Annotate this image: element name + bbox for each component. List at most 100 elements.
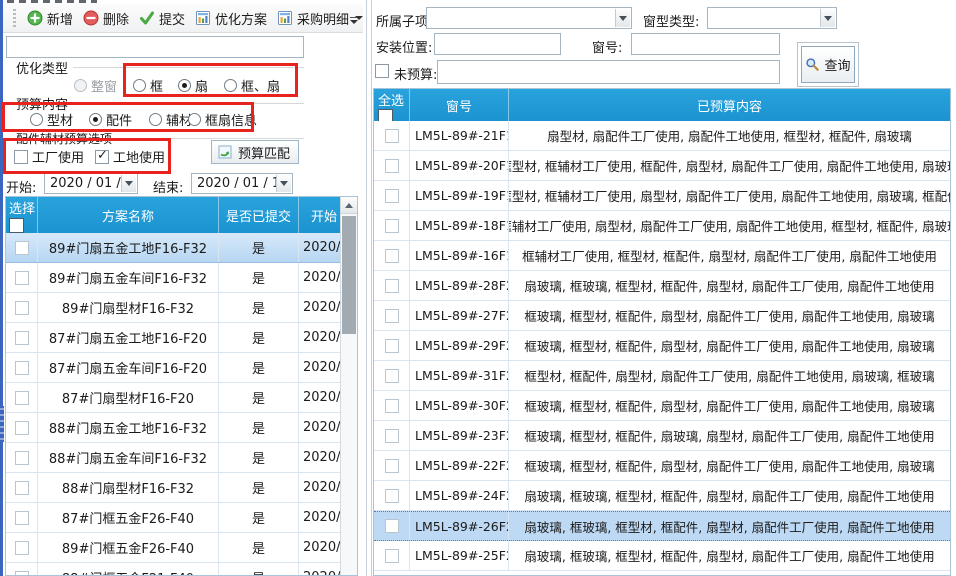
table-row[interactable]: 88#门扇五金车间F16-F32 是 2020/0 [6,443,342,473]
row-checkbox[interactable] [385,219,399,233]
end-date-picker[interactable]: 2020 / 01 / 13 [191,173,293,194]
table-row[interactable]: LM5L-89#-21F19 扇型材, 扇配件工厂使用, 扇配件工地使用, 框型… [374,121,950,151]
plan-search-input[interactable] [6,36,304,58]
table-row[interactable]: 87#门扇五金工地F16-F20 是 2020/0 [6,323,342,353]
table-row[interactable]: 89#门扇五金车间F16-F32 是 2020/0 [6,263,342,293]
table-row[interactable]: 87#门扇型材F16-F20 是 2020/0 [6,383,342,413]
start-date-picker[interactable]: 2020 / 01 / 1 [44,173,138,194]
row-checkbox[interactable] [385,399,399,413]
row-checkbox[interactable] [15,331,29,345]
radio-frame-sash[interactable]: 框、扇 [224,76,280,95]
table-row[interactable]: 88#门扇型材F16-F32 是 2020/0 [6,473,342,503]
table-row[interactable]: 89#门框五金F26-F40 是 2020/0 [6,533,342,563]
radio-frame-sash-info[interactable]: 框扇信息 [188,110,257,129]
submit-button[interactable]: 提交 [139,9,185,28]
radio-fittings[interactable]: 配件 [89,110,132,129]
window-no-input[interactable] [631,33,780,55]
optimize-plan-button[interactable]: 优化方案 [195,9,267,28]
chevron-down-icon[interactable] [121,175,136,192]
table-row[interactable]: 88#门扇五金工地F16-F32 是 2020/0 [6,413,342,443]
radio-icon[interactable] [224,79,237,92]
table-row[interactable]: LM5L-89#-19F17 框型材, 框辅材工厂使用, 扇型材, 扇配件工厂使… [374,181,950,211]
table-row[interactable]: LM5L-89#-22F20 框玻璃, 框型材, 框配件, 扇型材, 扇配件工厂… [374,451,950,481]
scrollbar-thumb[interactable] [342,216,356,334]
table-row[interactable]: LM5L-89#-26F24 扇玻璃, 框玻璃, 框型材, 框配件, 扇型材, … [374,511,950,541]
vertical-scrollbar[interactable] [340,197,357,575]
row-checkbox[interactable] [385,249,399,263]
table-row[interactable]: LM5L-89#-28F26 扇玻璃, 框玻璃, 框型材, 框配件, 扇型材, … [374,271,950,301]
radio-frame[interactable]: 框 [133,76,163,95]
row-checkbox[interactable] [15,541,29,555]
budget-match-button[interactable]: 预算匹配 [211,140,299,164]
row-checkbox[interactable] [15,391,29,405]
row-checkbox[interactable] [15,241,29,255]
checkbox-site-use[interactable]: 工地使用 [95,147,165,166]
window-type-select[interactable] [707,7,837,29]
install-position-input[interactable] [434,33,561,55]
select-all-checkbox[interactable] [378,109,393,121]
table-row[interactable]: LM5L-89#-29F27 框玻璃, 框型材, 框配件, 扇型材, 扇配件工厂… [374,331,950,361]
checkbox-icon[interactable] [14,150,28,164]
row-checkbox[interactable] [15,451,29,465]
table-row[interactable]: LM5L-89#-31F29 框型材, 框配件, 扇型材, 扇配件工厂使用, 扇… [374,361,950,391]
row-checkbox[interactable] [385,339,399,353]
row-checkbox[interactable] [15,301,29,315]
table-row[interactable]: LM5L-89#-18F16 框辅材工厂使用, 扇型材, 扇配件工厂使用, 扇配… [374,211,950,241]
row-checkbox[interactable] [385,159,399,173]
chevron-down-icon[interactable] [820,9,835,27]
row-checkbox[interactable] [385,279,399,293]
row-checkbox[interactable] [385,549,399,563]
table-row[interactable]: LM5L-89#-27F25 框玻璃, 框型材, 框配件, 扇型材, 扇配件工厂… [374,301,950,331]
scroll-up-button[interactable] [341,197,357,214]
row-checkbox[interactable] [385,369,399,383]
table-row[interactable]: LM5L-89#-20F18 框型材, 框辅材工厂使用, 框配件, 扇型材, 扇… [374,151,950,181]
query-button[interactable]: 查询 [797,42,859,87]
table-row[interactable]: LM5L-89#-30F28 框玻璃, 框型材, 框配件, 扇型材, 扇配件工厂… [374,391,950,421]
table-row[interactable]: LM5L-89#-16F15 框辅材工厂使用, 框型材, 框配件, 扇型材, 扇… [374,241,950,271]
radio-icon[interactable] [89,113,102,126]
chevron-down-icon[interactable] [615,9,630,27]
table-row[interactable]: 87#门框五金F26-F40 是 2020/0 [6,503,342,533]
table-row[interactable]: LM5L-89#-23F21 框玻璃, 框型材, 框配件, 扇玻璃, 扇型材, … [374,421,950,451]
select-all-checkbox[interactable] [9,218,24,233]
no-budget-checkbox[interactable] [375,64,389,78]
splitter-grip[interactable] [0,406,4,442]
row-checkbox[interactable] [385,309,399,323]
chevron-down-icon[interactable] [276,175,291,192]
sub-item-select[interactable] [426,7,632,29]
row-checkbox[interactable] [385,489,399,503]
row-checkbox[interactable] [385,189,399,203]
radio-auxiliary[interactable]: 辅材 [149,110,192,129]
table-row[interactable]: 88#门框五金F21-F40 是 2020/0 [6,563,342,576]
toolbar-grip[interactable] [13,9,16,27]
radio-icon[interactable] [178,79,191,92]
toolbar-overflow-button[interactable] [347,11,360,30]
delete-button[interactable]: 删除 [83,9,129,28]
table-row[interactable]: 89#门扇型材F16-F32 是 2020/0 [6,293,342,323]
row-checkbox[interactable] [15,511,29,525]
checkbox-icon[interactable] [95,150,109,164]
row-checkbox[interactable] [15,421,29,435]
radio-profile[interactable]: 型材 [30,110,73,129]
table-row[interactable]: LM5L-89#-24F22 扇玻璃, 框玻璃, 框型材, 框配件, 扇型材, … [374,481,950,511]
table-row[interactable]: 89#门扇五金工地F16-F32 是 2020/0 [6,233,342,263]
radio-icon[interactable] [30,113,43,126]
table-row[interactable]: 87#门扇五金车间F16-F20 是 2020/0 [6,353,342,383]
row-checkbox[interactable] [15,271,29,285]
checkbox-factory-use[interactable]: 工厂使用 [14,147,84,166]
row-checkbox[interactable] [15,571,29,576]
row-checkbox[interactable] [15,481,29,495]
radio-icon[interactable] [188,113,201,126]
row-checkbox[interactable] [385,129,399,143]
no-budget-input[interactable] [437,60,780,84]
row-checkbox[interactable] [385,519,399,533]
row-checkbox[interactable] [385,459,399,473]
radio-icon[interactable] [149,113,162,126]
add-button[interactable]: 新增 [27,9,73,28]
row-checkbox[interactable] [15,361,29,375]
row-checkbox[interactable] [385,429,399,443]
radio-icon[interactable] [133,79,146,92]
table-row[interactable]: LM5L-89#-25F23 扇玻璃, 框玻璃, 框型材, 框配件, 扇型材, … [374,541,950,571]
budgeted-content-cell: 框玻璃, 框型材, 框配件, 扇型材, 扇配件工厂使用, 扇配件工地使用, 扇玻… [509,391,950,420]
radio-sash[interactable]: 扇 [178,76,208,95]
